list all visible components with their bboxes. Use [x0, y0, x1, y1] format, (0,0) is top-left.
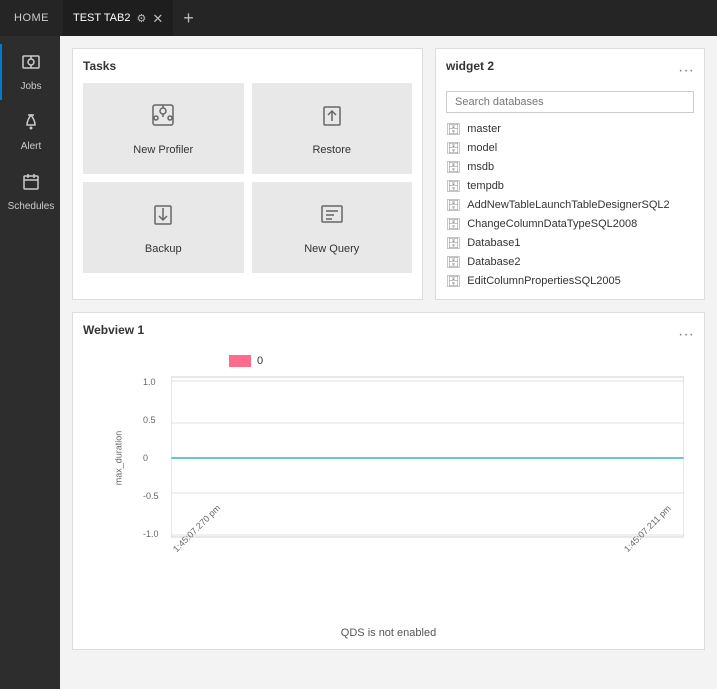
tasks-grid: New Profiler Restore	[83, 83, 412, 273]
db-icon: 🗄	[446, 160, 461, 174]
db-icon: 🗄	[446, 255, 461, 269]
main-layout: Jobs Alert Schedules	[0, 36, 717, 689]
list-item[interactable]: 🗄 msdb	[446, 159, 694, 175]
alert-icon	[21, 112, 41, 137]
db-icon: 🗄	[446, 198, 461, 212]
sidebar-jobs-label: Jobs	[20, 81, 41, 92]
active-tab-label: TEST TAB2	[73, 12, 130, 24]
list-item[interactable]: 🗄 EditColumnPropertiesSQL2005	[446, 273, 694, 289]
new-profiler-label: New Profiler	[133, 144, 193, 156]
add-tab-icon: +	[183, 8, 194, 29]
y-tick-4: -0.5	[143, 491, 171, 501]
sidebar-schedules-label: Schedules	[8, 201, 55, 212]
add-tab-button[interactable]: +	[173, 8, 204, 29]
db-icon: 🗄	[446, 141, 461, 155]
y-tick-3: 0	[143, 453, 171, 463]
list-item[interactable]: 🗄 AddNewTableLaunchTableDesignerSQL2	[446, 197, 694, 213]
widget-2-title: widget 2	[446, 59, 494, 73]
y-tick-5: -1.0	[143, 529, 171, 539]
tab-settings-icon: ⚙	[136, 12, 146, 25]
db-icon: 🗄	[446, 236, 461, 250]
db-name: tempdb	[467, 180, 504, 192]
list-item[interactable]: 🗄 Database1	[446, 235, 694, 251]
chart-svg	[171, 373, 684, 543]
webview-more-button[interactable]: ···	[678, 327, 694, 343]
db-name: ChangeColumnDataTypeSQL2008	[467, 218, 637, 230]
webview-widget: Webview 1 ··· 0 max_duration	[72, 312, 705, 650]
active-tab[interactable]: TEST TAB2 ⚙ ✕	[63, 0, 173, 36]
db-name: AddNewTableLaunchTableDesignerSQL2	[467, 199, 669, 211]
widget-2: widget 2 ··· 🗄 master 🗄 model 🗄 m	[435, 48, 705, 300]
db-name: Database1	[467, 237, 520, 249]
tasks-widget-title: Tasks	[83, 59, 412, 73]
tab-close-button[interactable]: ✕	[152, 12, 163, 25]
db-name: EditColumnPropertiesSQL2005	[467, 275, 620, 287]
new-profiler-icon	[149, 101, 177, 136]
db-icon: 🗄	[446, 274, 461, 288]
new-query-label: New Query	[304, 243, 359, 255]
restore-button[interactable]: Restore	[252, 83, 413, 174]
backup-button[interactable]: Backup	[83, 182, 244, 273]
sidebar-item-schedules[interactable]: Schedules	[0, 164, 60, 220]
legend-color-box	[229, 355, 251, 367]
y-axis-label: max_duration	[113, 431, 123, 486]
database-list: 🗄 master 🗄 model 🗄 msdb 🗄 tempdb	[446, 121, 694, 289]
webview-header: Webview 1 ···	[83, 323, 694, 347]
sidebar-item-alert[interactable]: Alert	[0, 104, 60, 160]
top-bar: HOME TEST TAB2 ⚙ ✕ +	[0, 0, 717, 36]
restore-icon	[318, 101, 346, 136]
y-tick-2: 0.5	[143, 415, 171, 425]
db-icon: 🗄	[446, 217, 461, 231]
new-profiler-button[interactable]: New Profiler	[83, 83, 244, 174]
db-name: master	[467, 123, 501, 135]
home-tab-label: HOME	[14, 12, 49, 24]
list-item[interactable]: 🗄 tempdb	[446, 178, 694, 194]
tasks-widget: Tasks	[72, 48, 423, 300]
jobs-icon	[21, 52, 41, 77]
widgets-row: Tasks	[72, 48, 705, 300]
home-tab[interactable]: HOME	[0, 0, 63, 36]
db-icon: 🗄	[446, 179, 461, 193]
db-name: model	[467, 142, 497, 154]
sidebar-alert-label: Alert	[21, 141, 42, 152]
new-query-icon	[318, 200, 346, 235]
widget-2-header: widget 2 ···	[446, 59, 694, 83]
db-icon: 🗄	[446, 122, 461, 136]
sidebar-item-jobs[interactable]: Jobs	[0, 44, 60, 100]
legend-label: 0	[257, 355, 263, 367]
list-item[interactable]: 🗄 master	[446, 121, 694, 137]
list-item[interactable]: 🗄 Database2	[446, 254, 694, 270]
backup-label: Backup	[145, 243, 182, 255]
webview-title: Webview 1	[83, 323, 144, 337]
schedules-icon	[21, 172, 41, 197]
list-item[interactable]: 🗄 ChangeColumnDataTypeSQL2008	[446, 216, 694, 232]
widget-2-more-button[interactable]: ···	[678, 63, 694, 79]
backup-icon	[149, 200, 177, 235]
y-tick-1: 1.0	[143, 377, 171, 387]
db-name: Database2	[467, 256, 520, 268]
sidebar: Jobs Alert Schedules	[0, 36, 60, 689]
restore-label: Restore	[312, 144, 351, 156]
new-query-button[interactable]: New Query	[252, 182, 413, 273]
chart-note: QDS is not enabled	[83, 627, 694, 639]
chart-legend: 0	[83, 355, 694, 367]
content-area: Tasks	[60, 36, 717, 689]
db-name: msdb	[467, 161, 494, 173]
search-databases-input[interactable]	[446, 91, 694, 113]
list-item[interactable]: 🗄 model	[446, 140, 694, 156]
